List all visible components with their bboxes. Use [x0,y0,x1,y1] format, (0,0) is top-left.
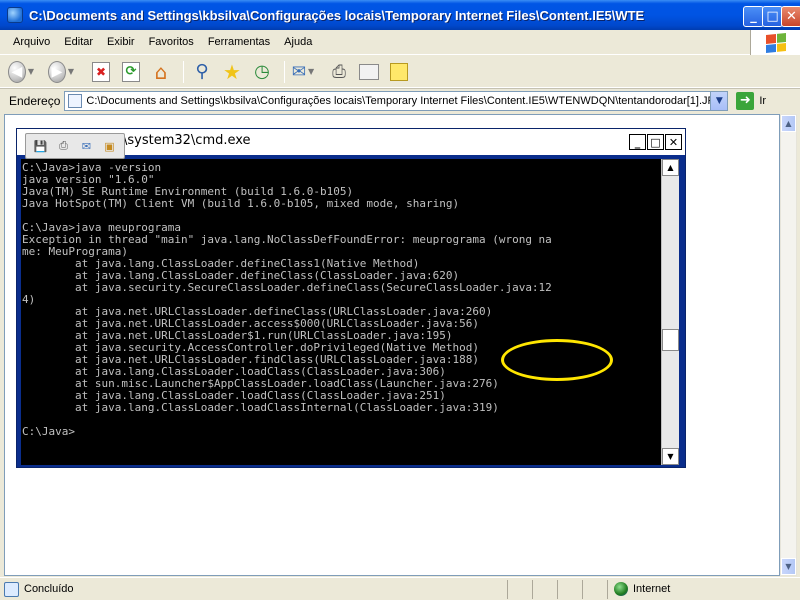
mail-icon: ✉ [291,61,307,82]
my-pictures-icon[interactable]: ▣ [101,138,118,155]
print-icon: ⎙ [332,61,346,82]
go-button[interactable]: ➜ Ir [736,91,767,110]
go-label: Ir [759,94,767,107]
close-button[interactable]: ✕ [781,6,800,27]
window-title: C:\Documents and Settings\kbsilva\Config… [29,7,645,23]
history-icon: ◷ [254,61,270,82]
toolbar-separator [183,60,184,83]
home-button[interactable]: ⌂ [148,59,174,85]
console-line: Java HotSpot(TM) Client VM (build 1.6.0-… [22,197,460,210]
cmd-scroll-up-icon: ▲ [662,159,679,176]
image-toolbar: 💾 ⎙ ✉ ▣ [25,133,125,159]
internet-globe-icon [614,582,628,596]
cmd-maximize-icon: □ [647,134,664,150]
maximize-button[interactable]: □ [762,6,783,27]
scroll-down-icon[interactable]: ▼ [781,558,796,575]
edit-button[interactable] [356,59,382,85]
minimize-button[interactable]: _ [743,6,764,27]
cmd-scroll-thumb [662,329,679,351]
history-button[interactable]: ◷ [249,59,275,85]
status-panel [533,579,558,599]
stop-button[interactable]: ✖ [88,59,114,85]
menu-editar[interactable]: Editar [57,36,100,48]
notes-icon [390,62,408,81]
search-icon: ⚲ [195,61,209,82]
print-image-icon[interactable]: ⎙ [55,138,72,155]
mail-button[interactable]: ✉ ▼ [290,59,316,85]
menu-ferramentas[interactable]: Ferramentas [201,36,277,48]
menu-favoritos[interactable]: Favoritos [142,36,201,48]
address-dropdown-icon[interactable]: ▼ [710,91,728,110]
toolbar-separator [284,60,285,83]
console-line: at java.lang.ClassLoader.loadClassIntern… [22,401,499,414]
menu-bar: Arquivo Editar Exibir Favoritos Ferramen… [0,30,800,55]
refresh-icon: ⟳ [122,61,140,82]
status-panel [558,579,583,599]
favorites-button[interactable]: ★ [219,59,245,85]
menu-arquivo[interactable]: Arquivo [0,36,57,48]
console-output: C:\Java>java -version java version "1.6.… [21,159,661,465]
address-bar: Endereço ▼ ➜ Ir [0,88,800,112]
status-main: Concluído [0,579,508,599]
page-done-icon [4,581,19,597]
window-titlebar[interactable]: C:\Documents and Settings\kbsilva\Config… [0,0,800,30]
address-field[interactable]: ▼ [64,90,729,111]
address-input[interactable] [86,94,717,107]
save-image-icon[interactable]: 💾 [32,138,49,155]
print-button[interactable]: ⎙ [326,59,352,85]
zone-label: Internet [633,583,671,595]
status-bar: Concluído Internet [0,577,800,600]
security-zone: Internet [608,582,670,596]
cmd-close-icon: ✕ [665,134,682,150]
highlight-ellipse [501,339,613,381]
console-line: C:\Java> [22,425,75,438]
forward-button[interactable]: ▶ ▼ [48,59,74,85]
home-icon: ⌂ [154,59,168,84]
status-text: Concluído [24,583,74,595]
status-panel [508,579,533,599]
cmd-minimize-icon: _ [629,134,646,150]
go-arrow-icon: ➜ [736,91,755,110]
cmd-title: \system32\cmd.exe [123,133,251,148]
ie-page-icon [7,7,23,23]
email-image-icon[interactable]: ✉ [78,138,95,155]
favorites-icon: ★ [223,59,241,84]
displayed-image: \system32\cmd.exe _ □ ✕ 💾 ⎙ ✉ ▣ C:\Java>… [16,128,686,468]
standard-toolbar: ◀ ▼ ▶ ▼ ✖ ⟳ ⌂ ⚲ ★ ◷ ✉ ▼ ⎙ [0,56,800,88]
address-label: Endereço [9,93,61,108]
edit-icon [359,63,379,80]
menu-ajuda[interactable]: Ajuda [277,36,319,48]
forward-icon: ▶ [48,60,66,83]
stop-icon: ✖ [92,61,110,82]
search-button[interactable]: ⚲ [189,59,215,85]
notes-button[interactable] [386,59,412,85]
console-line: at java.security.SecureClassLoader.defin… [22,281,552,294]
scroll-up-icon[interactable]: ▲ [781,115,796,132]
back-icon: ◀ [8,60,26,83]
page-scrollbar[interactable]: ▲ ▼ [780,114,797,576]
cmd-scrollbar: ▲ ▼ [661,159,679,465]
page-icon [68,93,83,108]
menu-exibir[interactable]: Exibir [100,36,142,48]
windows-logo [750,30,800,55]
refresh-button[interactable]: ⟳ [118,59,144,85]
status-panel [583,579,608,599]
cmd-scroll-down-icon: ▼ [662,448,679,465]
back-button[interactable]: ◀ ▼ [8,59,34,85]
